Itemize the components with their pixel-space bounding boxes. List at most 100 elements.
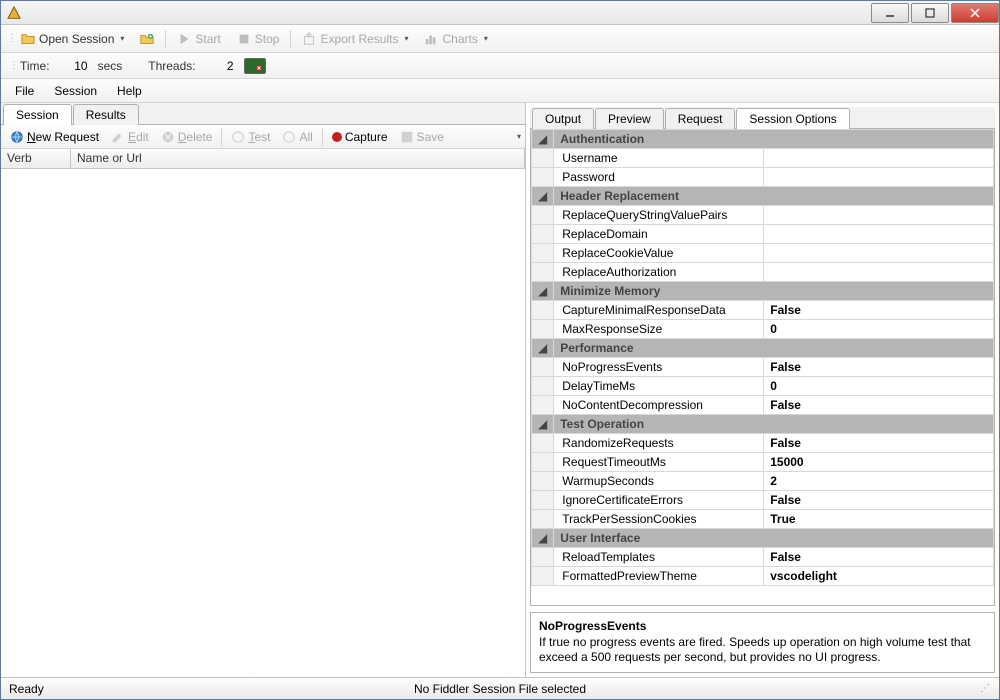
- prop-delay[interactable]: DelayTimeMs: [554, 377, 764, 396]
- app-window: ⋮ Open Session ▾ Start Stop Export Resul…: [0, 0, 1000, 700]
- delete-button[interactable]: Delete: [156, 129, 218, 145]
- right-pane: Output Preview Request Session Options ◢…: [526, 103, 999, 677]
- charts-button[interactable]: Charts ▾: [417, 29, 494, 49]
- left-toolbar: New Request Edit Delete Test All: [1, 125, 525, 149]
- left-pane: Session Results New Request Edit Delete: [1, 103, 526, 677]
- statusbar: Ready No Fiddler Session File selected ⋰: [1, 677, 999, 699]
- record-icon: [332, 132, 342, 142]
- prop-username[interactable]: Username: [554, 149, 764, 168]
- cat-memory[interactable]: Minimize Memory: [554, 282, 994, 301]
- prop-ignore-cert[interactable]: IgnoreCertificateErrors: [554, 491, 764, 510]
- status-center: No Fiddler Session File selected: [9, 682, 991, 696]
- prop-replace-domain[interactable]: ReplaceDomain: [554, 225, 764, 244]
- col-name[interactable]: Name or Url: [71, 149, 525, 168]
- test-label: Test: [248, 130, 270, 144]
- new-request-button[interactable]: New Request: [5, 129, 104, 145]
- minimize-button[interactable]: [871, 3, 909, 23]
- expand-icon[interactable]: ◢: [532, 339, 554, 358]
- prop-replace-query[interactable]: ReplaceQueryStringValuePairs: [554, 206, 764, 225]
- tab-session[interactable]: Session: [3, 104, 72, 125]
- prop-track-cookies[interactable]: TrackPerSessionCookies: [554, 510, 764, 529]
- expand-icon[interactable]: ◢: [532, 282, 554, 301]
- cat-perf[interactable]: Performance: [554, 339, 994, 358]
- grip-icon: ⋮: [7, 35, 12, 43]
- prop-capture-minimal[interactable]: CaptureMinimalResponseData: [554, 301, 764, 320]
- all-button[interactable]: All: [277, 129, 317, 145]
- stop-capture-button[interactable]: [244, 58, 266, 74]
- time-value[interactable]: 10: [56, 59, 92, 73]
- test-button[interactable]: Test: [226, 129, 275, 145]
- resize-grip-icon[interactable]: ⋰: [980, 683, 991, 694]
- folder-icon: [21, 32, 35, 46]
- stop-button[interactable]: Stop: [230, 29, 287, 49]
- overflow-icon[interactable]: ▾: [517, 132, 521, 141]
- grid-body[interactable]: [1, 169, 525, 677]
- tab-preview[interactable]: Preview: [595, 108, 664, 129]
- maximize-button[interactable]: [911, 3, 949, 23]
- app-icon: [7, 6, 21, 20]
- save-icon: [400, 130, 414, 144]
- menu-file[interactable]: File: [5, 81, 44, 101]
- cat-header[interactable]: Header Replacement: [554, 187, 994, 206]
- prop-replace-cookie[interactable]: ReplaceCookieValue: [554, 244, 764, 263]
- cat-auth[interactable]: Authentication: [554, 130, 994, 149]
- prop-warmup[interactable]: WarmupSeconds: [554, 472, 764, 491]
- prop-reload-templates[interactable]: ReloadTemplates: [554, 548, 764, 567]
- threads-label: Threads:: [148, 59, 195, 73]
- tab-session-options[interactable]: Session Options: [736, 108, 849, 129]
- prop-timeout[interactable]: RequestTimeoutMs: [554, 453, 764, 472]
- export-results-button[interactable]: Export Results ▾: [295, 29, 415, 49]
- close-button[interactable]: [951, 3, 999, 23]
- expand-icon[interactable]: ◢: [532, 187, 554, 206]
- grid-header: Verb Name or Url: [1, 149, 525, 169]
- chevron-down-icon: ▾: [120, 34, 124, 43]
- menu-session[interactable]: Session: [44, 81, 107, 101]
- prop-password[interactable]: Password: [554, 168, 764, 187]
- export-icon: [302, 32, 316, 46]
- prop-replace-auth[interactable]: ReplaceAuthorization: [554, 263, 764, 282]
- open-session-button[interactable]: Open Session ▾: [14, 29, 131, 49]
- help-panel: NoProgressEvents If true no progress eve…: [530, 612, 995, 673]
- time-unit: secs: [98, 59, 123, 73]
- status-ready: Ready: [9, 682, 44, 696]
- prop-no-decompress[interactable]: NoContentDecompression: [554, 396, 764, 415]
- chart-icon: [424, 32, 438, 46]
- prop-no-progress[interactable]: NoProgressEvents: [554, 358, 764, 377]
- prop-max-response[interactable]: MaxResponseSize: [554, 320, 764, 339]
- cat-ui[interactable]: User Interface: [554, 529, 994, 548]
- col-verb[interactable]: Verb: [1, 149, 71, 168]
- grip-icon: ⋮: [9, 62, 14, 70]
- globe-icon: [10, 130, 24, 144]
- left-tabs: Session Results: [1, 103, 525, 125]
- save-button[interactable]: Save: [395, 129, 449, 145]
- threads-value[interactable]: 2: [202, 59, 238, 73]
- delete-label: Delete: [178, 130, 213, 144]
- tab-results[interactable]: Results: [73, 104, 139, 125]
- help-title: NoProgressEvents: [539, 619, 986, 633]
- property-grid: ◢Authentication Username Password ◢Heade…: [531, 129, 994, 586]
- right-tabs: Output Preview Request Session Options: [530, 107, 995, 129]
- prop-randomize[interactable]: RandomizeRequests: [554, 434, 764, 453]
- expand-icon[interactable]: ◢: [532, 529, 554, 548]
- time-label: Time:: [20, 59, 50, 73]
- new-request-label: New Request: [27, 130, 99, 144]
- main-split: Session Results New Request Edit Delete: [1, 103, 999, 677]
- play-icon: [177, 32, 191, 46]
- edit-button[interactable]: Edit: [106, 129, 154, 145]
- cat-test[interactable]: Test Operation: [554, 415, 994, 434]
- prop-theme[interactable]: FormattedPreviewTheme: [554, 567, 764, 586]
- menubar: File Session Help: [1, 79, 999, 103]
- capture-button[interactable]: Capture: [327, 129, 393, 145]
- tab-output[interactable]: Output: [532, 108, 594, 129]
- start-button[interactable]: Start: [170, 29, 227, 49]
- menu-help[interactable]: Help: [107, 81, 152, 101]
- tab-request[interactable]: Request: [665, 108, 736, 129]
- test-icon: [231, 130, 245, 144]
- titlebar: [1, 1, 999, 25]
- info-row: ⋮ Time: 10 secs Threads: 2: [1, 53, 999, 79]
- edit-icon: [111, 130, 125, 144]
- expand-icon[interactable]: ◢: [532, 415, 554, 434]
- add-session-button[interactable]: [133, 29, 161, 49]
- delete-icon: [161, 130, 175, 144]
- expand-icon[interactable]: ◢: [532, 130, 554, 149]
